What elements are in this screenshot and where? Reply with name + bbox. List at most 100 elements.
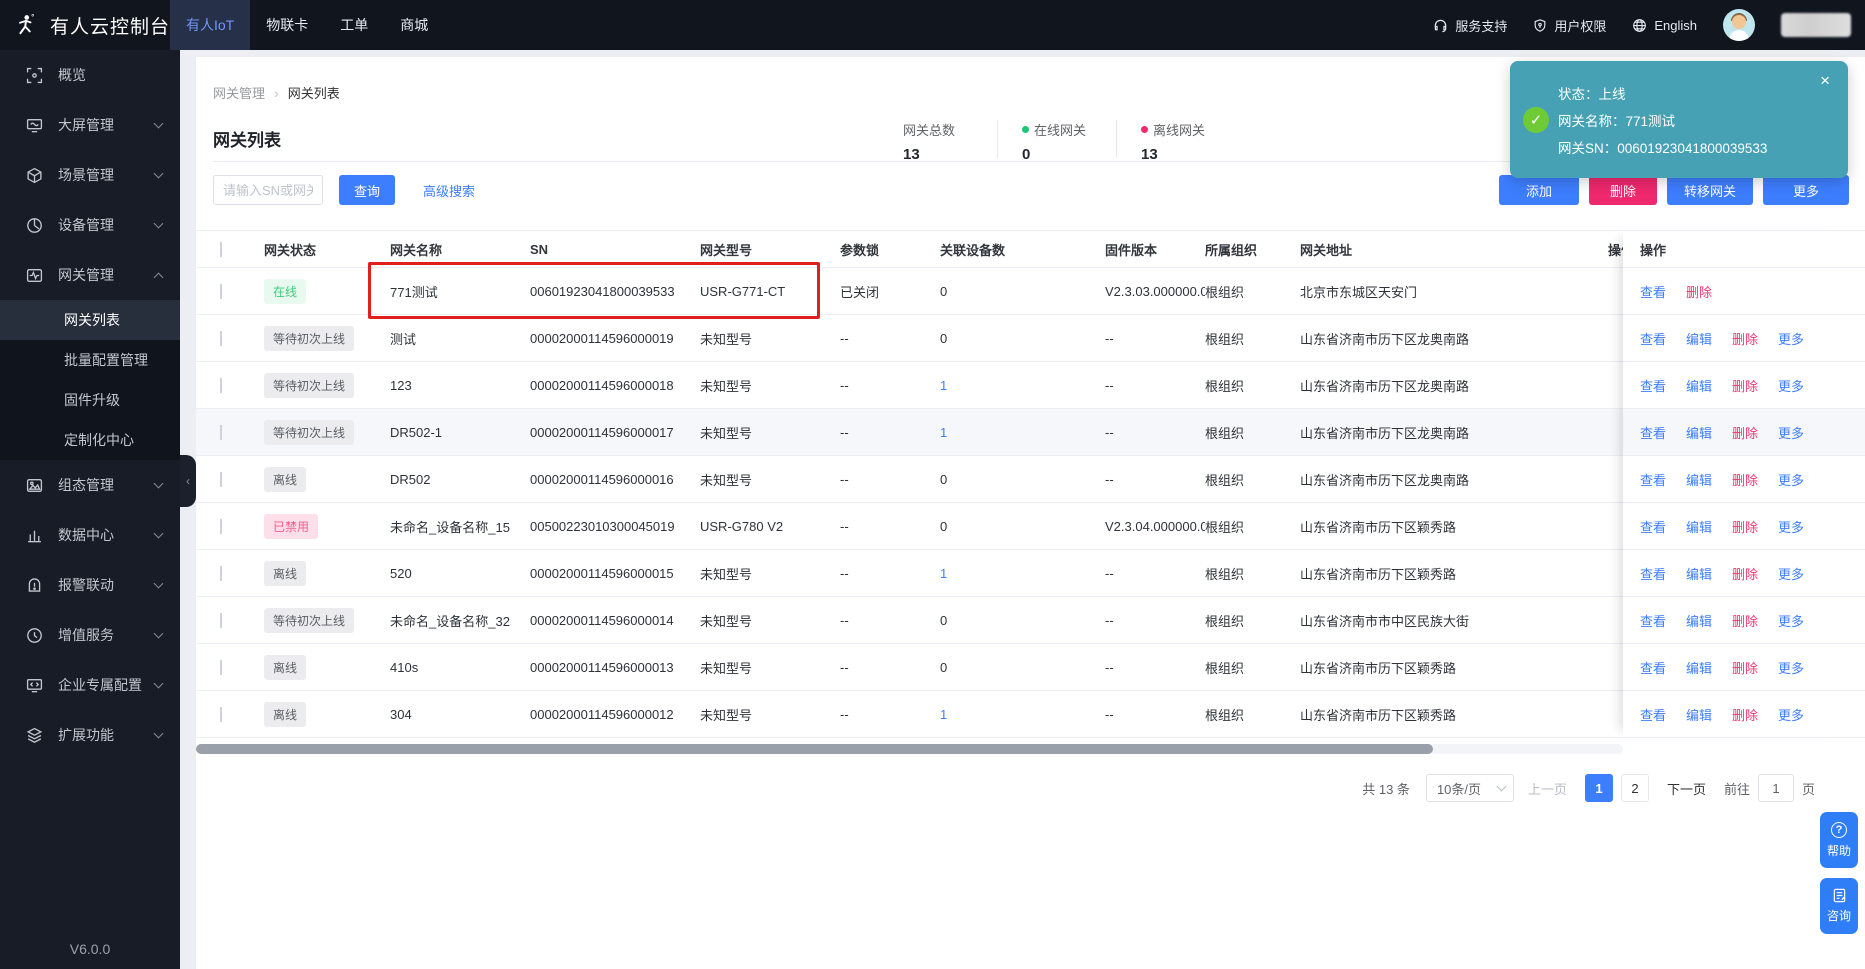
row-action-查看[interactable]: 查看	[1640, 423, 1666, 442]
row-action-更多[interactable]: 更多	[1778, 611, 1804, 630]
sidebar-item-网关管理[interactable]: 网关管理	[0, 250, 180, 300]
sidebar-item-增值服务[interactable]: 增值服务	[0, 610, 180, 660]
row-action-查看[interactable]: 查看	[1640, 517, 1666, 536]
row-action-更多[interactable]: 更多	[1778, 470, 1804, 489]
prev-page-button[interactable]: 上一页	[1528, 779, 1567, 798]
row-action-编辑[interactable]: 编辑	[1686, 705, 1712, 724]
language-switch[interactable]: English	[1632, 18, 1697, 33]
search-input[interactable]	[213, 175, 323, 205]
row-action-更多[interactable]: 更多	[1778, 376, 1804, 395]
row-action-删除[interactable]: 删除	[1732, 611, 1758, 630]
row-action-更多[interactable]: 更多	[1778, 705, 1804, 724]
top-tab-有人IoT[interactable]: 有人IoT	[170, 0, 251, 50]
scrollbar-thumb[interactable]	[196, 744, 1433, 754]
row-action-删除[interactable]: 删除	[1732, 376, 1758, 395]
row-checkbox[interactable]	[220, 659, 222, 675]
row-action-查看[interactable]: 查看	[1640, 282, 1666, 301]
service-support[interactable]: 服务支持	[1433, 16, 1507, 35]
stat-offline-value: 13	[1141, 146, 1158, 163]
row-checkbox[interactable]	[220, 612, 222, 628]
delete-button[interactable]: 删除	[1589, 175, 1657, 205]
row-action-查看[interactable]: 查看	[1640, 376, 1666, 395]
sidebar-subitem-固件升级[interactable]: 固件升级	[0, 380, 180, 420]
username-redacted[interactable]	[1781, 13, 1851, 37]
org-cell: 根组织	[1205, 472, 1245, 488]
param-lock-cell: --	[840, 565, 849, 581]
linked-devices-cell[interactable]: 1	[940, 425, 1105, 440]
top-tab-工单[interactable]: 工单	[324, 0, 384, 50]
row-action-删除[interactable]: 删除	[1732, 705, 1758, 724]
row-action-更多[interactable]: 更多	[1778, 564, 1804, 583]
row-action-编辑[interactable]: 编辑	[1686, 470, 1712, 489]
sidebar-item-企业专属配置[interactable]: 企业专属配置	[0, 660, 180, 710]
row-checkbox[interactable]	[220, 706, 222, 722]
sidebar-item-组态管理[interactable]: 组态管理	[0, 460, 180, 510]
row-checkbox[interactable]	[220, 377, 222, 393]
transfer-gateway-button[interactable]: 转移网关	[1667, 175, 1753, 205]
row-action-查看[interactable]: 查看	[1640, 705, 1666, 724]
help-button[interactable]: ? 帮助	[1820, 812, 1858, 868]
row-action-删除[interactable]: 删除	[1732, 423, 1758, 442]
sidebar-subitem-定制化中心[interactable]: 定制化中心	[0, 420, 180, 460]
row-action-编辑[interactable]: 编辑	[1686, 564, 1712, 583]
row-checkbox[interactable]	[220, 330, 222, 346]
row-action-编辑[interactable]: 编辑	[1686, 376, 1712, 395]
page-size-select[interactable]: 10条/页	[1425, 774, 1514, 802]
row-action-查看[interactable]: 查看	[1640, 470, 1666, 489]
advanced-search-link[interactable]: 高级搜索	[423, 181, 475, 200]
page-button-2[interactable]: 2	[1620, 774, 1649, 802]
row-action-删除[interactable]: 删除	[1732, 470, 1758, 489]
more-button[interactable]: 更多	[1763, 175, 1849, 205]
sidebar-item-扩展功能[interactable]: 扩展功能	[0, 710, 180, 760]
row-checkbox[interactable]	[220, 565, 222, 581]
row-action-更多[interactable]: 更多	[1778, 517, 1804, 536]
sidebar-item-报警联动[interactable]: 报警联动	[0, 560, 180, 610]
row-action-查看[interactable]: 查看	[1640, 611, 1666, 630]
linked-devices-cell[interactable]: 1	[940, 566, 1105, 581]
user-permissions[interactable]: 用户权限	[1533, 16, 1606, 35]
row-action-编辑[interactable]: 编辑	[1686, 423, 1712, 442]
row-action-删除[interactable]: 删除	[1732, 329, 1758, 348]
toast-close-icon[interactable]: ×	[1820, 71, 1830, 91]
query-button[interactable]: 查询	[339, 175, 395, 205]
row-action-编辑[interactable]: 编辑	[1686, 658, 1712, 677]
sidebar-item-数据中心[interactable]: 数据中心	[0, 510, 180, 560]
goto-page-input[interactable]	[1757, 774, 1794, 802]
row-action-删除[interactable]: 删除	[1732, 658, 1758, 677]
linked-devices-cell[interactable]: 1	[940, 707, 1105, 722]
top-tab-物联卡[interactable]: 物联卡	[250, 0, 324, 50]
logo[interactable]: 有人云控制台	[0, 10, 170, 40]
add-button[interactable]: 添加	[1499, 175, 1579, 205]
row-checkbox[interactable]	[220, 518, 222, 534]
row-checkbox[interactable]	[220, 283, 222, 299]
select-all-checkbox[interactable]	[220, 241, 222, 257]
breadcrumb-parent[interactable]: 网关管理	[213, 83, 265, 102]
page-button-1[interactable]: 1	[1584, 774, 1613, 802]
row-action-编辑[interactable]: 编辑	[1686, 329, 1712, 348]
sidebar-item-设备管理[interactable]: 设备管理	[0, 200, 180, 250]
sidebar-collapse-handle[interactable]: ‹	[180, 455, 196, 507]
linked-devices-cell[interactable]: 1	[940, 378, 1105, 393]
row-action-删除[interactable]: 删除	[1732, 564, 1758, 583]
row-action-更多[interactable]: 更多	[1778, 423, 1804, 442]
top-tab-商城[interactable]: 商城	[384, 0, 444, 50]
row-action-删除[interactable]: 删除	[1686, 282, 1712, 301]
row-action-更多[interactable]: 更多	[1778, 329, 1804, 348]
row-checkbox[interactable]	[220, 471, 222, 487]
row-action-编辑[interactable]: 编辑	[1686, 611, 1712, 630]
sidebar-item-场景管理[interactable]: 场景管理	[0, 150, 180, 200]
sidebar-item-概览[interactable]: 概览	[0, 50, 180, 100]
next-page-button[interactable]: 下一页	[1667, 779, 1706, 798]
row-action-查看[interactable]: 查看	[1640, 564, 1666, 583]
row-action-编辑[interactable]: 编辑	[1686, 517, 1712, 536]
row-checkbox[interactable]	[220, 424, 222, 440]
sidebar-item-大屏管理[interactable]: 大屏管理	[0, 100, 180, 150]
row-action-查看[interactable]: 查看	[1640, 658, 1666, 677]
user-avatar[interactable]	[1723, 9, 1755, 41]
row-action-更多[interactable]: 更多	[1778, 658, 1804, 677]
row-action-删除[interactable]: 删除	[1732, 517, 1758, 536]
consult-button[interactable]: 咨询	[1820, 878, 1858, 934]
sidebar-subitem-网关列表[interactable]: 网关列表	[0, 300, 180, 340]
sidebar-subitem-批量配置管理[interactable]: 批量配置管理	[0, 340, 180, 380]
row-action-查看[interactable]: 查看	[1640, 329, 1666, 348]
